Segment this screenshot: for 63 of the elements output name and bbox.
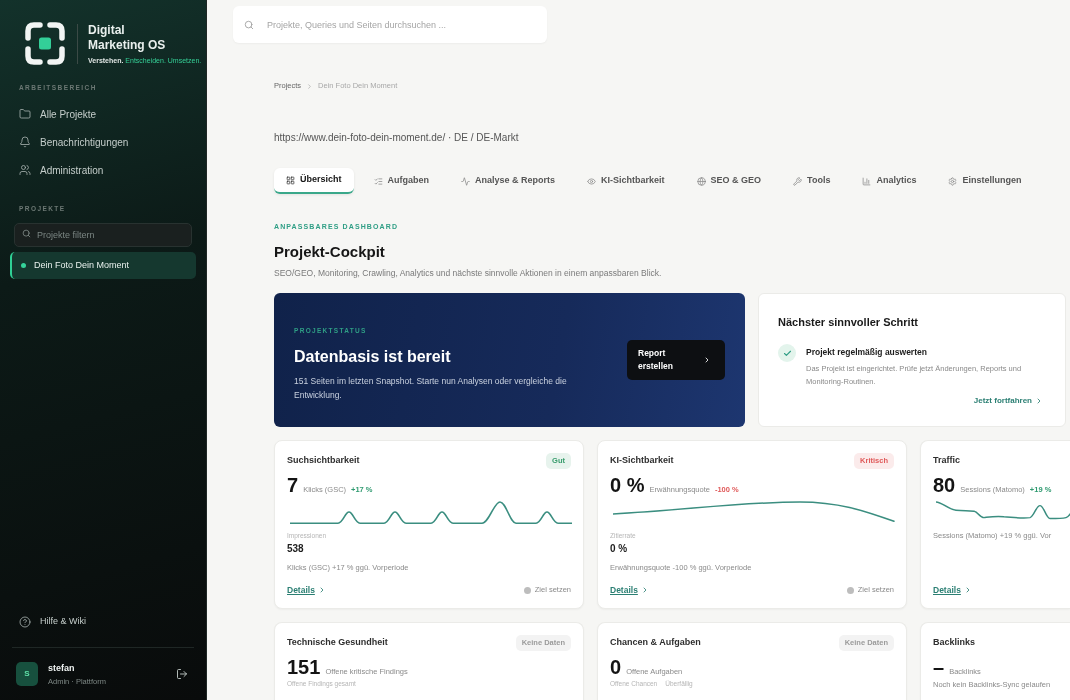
bar-chart-icon bbox=[862, 176, 872, 186]
users-icon bbox=[19, 164, 31, 176]
card-title: Technische Gesundheit bbox=[287, 636, 388, 650]
tab[interactable]: Analytics bbox=[850, 168, 929, 194]
search-icon bbox=[22, 228, 31, 238]
pulse-icon bbox=[461, 176, 470, 186]
tab[interactable]: Aufgaben bbox=[361, 168, 441, 194]
tab[interactable]: KI-Sichtbarkeit bbox=[575, 168, 677, 194]
card-title: Suchsichtbarkeit bbox=[287, 454, 360, 468]
project-item[interactable]: Dein Foto Dein Moment bbox=[10, 252, 196, 279]
card-title: KI-Sichtbarkeit bbox=[610, 454, 674, 468]
tab[interactable]: Übersicht bbox=[274, 168, 354, 194]
metric-value: 7 bbox=[287, 473, 299, 497]
tab[interactable]: Tools bbox=[781, 168, 843, 194]
checklist-icon bbox=[373, 176, 383, 186]
wrench-icon bbox=[793, 176, 803, 186]
globe-icon bbox=[696, 176, 706, 186]
status-description: 151 Seiten im letzten Snapshot. Starte nun Analysen oder vergleiche die Entwicklung. bbox=[294, 375, 568, 402]
card-title: Traffic bbox=[933, 454, 960, 468]
metric-value: – bbox=[933, 655, 945, 679]
filter-field[interactable]: Projekte filtern bbox=[14, 223, 192, 247]
help-link[interactable]: Hilfe & Wiki bbox=[10, 610, 196, 634]
continue-link[interactable]: Jetzt fortfahren bbox=[973, 396, 1043, 406]
metric-value: 151 bbox=[287, 655, 321, 679]
user-name: stefan bbox=[48, 662, 75, 674]
tab[interactable]: Analyse & Reports bbox=[449, 168, 568, 194]
details-link[interactable]: Details bbox=[933, 583, 972, 597]
details-link[interactable]: Details bbox=[287, 583, 326, 597]
logo-icon bbox=[25, 22, 65, 65]
eye-icon bbox=[587, 176, 597, 186]
nav-item[interactable]: Alle Projekte bbox=[10, 100, 196, 128]
bell-icon bbox=[19, 136, 31, 148]
page-description: SEO/GEO, Monitoring, Crawling, Analytics und nächste sinnvolle Aktionen in einem anpassbaren Blick. bbox=[274, 267, 662, 279]
chevron-right-icon bbox=[1035, 397, 1043, 405]
nav-item[interactable]: Administration bbox=[10, 156, 196, 184]
stat-value: 0 % bbox=[610, 543, 628, 555]
card-title: Nächster sinnvoller Schritt bbox=[778, 315, 918, 329]
metric-value: 0 % bbox=[610, 473, 645, 497]
chevron-right-icon bbox=[703, 356, 711, 364]
search-icon bbox=[244, 19, 254, 30]
tab[interactable]: Einstellungen bbox=[936, 168, 1034, 194]
nav-item[interactable]: Benachrichtigungen bbox=[10, 128, 196, 156]
grid-icon bbox=[286, 175, 295, 185]
folder-icon bbox=[19, 108, 31, 120]
metric-value: 80 bbox=[933, 473, 956, 497]
status-title: Datenbasis ist bereit bbox=[294, 347, 451, 367]
logout-icon[interactable] bbox=[176, 668, 188, 680]
card-title: Backlinks bbox=[933, 636, 976, 650]
page-title: Projekt-Cockpit bbox=[274, 243, 385, 261]
chevron-right-icon bbox=[306, 82, 314, 90]
report-button[interactable]: Report erstellen bbox=[627, 340, 725, 380]
user-avatar: S bbox=[16, 662, 38, 686]
details-link[interactable]: Details bbox=[610, 583, 649, 597]
step-title: Projekt regelmäßig auswerten bbox=[806, 346, 927, 358]
search-field[interactable]: Projekte, Queries und Seiten durchsuchen ... bbox=[233, 6, 547, 43]
card-title: Chancen & Aufgaben bbox=[610, 636, 701, 650]
metric-value: 0 bbox=[610, 655, 622, 679]
help-icon bbox=[19, 616, 31, 628]
tab[interactable]: SEO & GEO bbox=[684, 168, 774, 194]
settings-icon bbox=[948, 176, 958, 186]
project-url: https://www.dein-foto-dein-moment.de/ · DE / DE-Markt bbox=[274, 132, 519, 144]
brand-name: Digital Marketing OS bbox=[88, 22, 167, 53]
stat-value: 538 bbox=[287, 543, 304, 555]
